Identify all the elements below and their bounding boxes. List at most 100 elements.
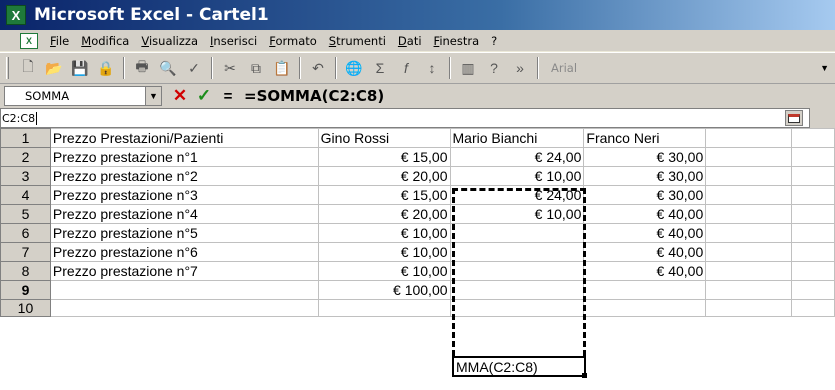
cell-c[interactable] [449,223,585,243]
cell-a[interactable]: Prezzo prestazione n°7 [49,261,319,281]
cell-f[interactable] [791,242,835,262]
cell-e[interactable] [705,280,793,300]
row-header[interactable]: 10 [0,299,51,317]
cancel-icon[interactable]: ✕ [170,86,190,106]
cell-b[interactable]: € 10,00 [317,261,451,281]
row-header[interactable]: 2 [0,147,51,167]
cell-f[interactable] [791,223,835,243]
cell-b[interactable]: € 20,00 [317,166,451,186]
workbook-icon[interactable]: X [20,32,38,49]
print-preview-icon[interactable]: 🔍 [157,57,179,79]
row-header[interactable]: 9 [0,280,51,300]
name-box[interactable]: SOMMA ▼ [4,86,162,106]
cell-d[interactable]: € 40,00 [583,223,707,243]
cell-a[interactable]: Prezzo Prestazioni/Pazienti [49,128,319,148]
fill-handle[interactable] [582,373,587,378]
cell-d[interactable] [583,280,707,300]
sort-ascending-icon[interactable]: ↕ [421,57,443,79]
hyperlink-icon[interactable]: 🌐 [343,57,365,79]
cell-a[interactable]: Prezzo prestazione n°2 [49,166,319,186]
cell-c[interactable] [449,261,585,281]
row-header[interactable]: 5 [0,204,51,224]
cell-a[interactable]: Prezzo prestazione n°4 [49,204,319,224]
formula-input[interactable]: =SOMMA(C2:C8) [244,87,384,105]
row-header[interactable]: 8 [0,261,51,281]
chevron-down-icon[interactable]: ▼ [145,87,161,105]
cell-c[interactable] [449,242,585,262]
cell-e[interactable] [705,166,793,186]
cell-f[interactable] [791,166,835,186]
cell-a[interactable] [49,280,319,300]
cell-e[interactable] [705,128,793,148]
cell-a[interactable]: Prezzo prestazione n°3 [49,185,319,205]
cell-b[interactable]: € 15,00 [317,185,451,205]
cell-d[interactable]: Franco Neri [583,128,707,148]
cell-c[interactable]: € 24,00 [449,185,585,205]
more-buttons-icon[interactable]: » [509,57,531,79]
cell-c[interactable] [449,280,585,300]
cell-f[interactable] [791,280,835,300]
cut-icon[interactable]: ✂ [219,57,241,79]
cell-f[interactable] [791,261,835,281]
open-icon[interactable]: 📂 [43,57,65,79]
help-icon[interactable]: ? [483,57,505,79]
chart-wizard-icon[interactable]: ▥ [457,57,479,79]
menu-formato[interactable]: Formato [263,34,323,48]
row-header[interactable]: 6 [0,223,51,243]
cell-b[interactable]: € 10,00 [317,242,451,262]
spelling-icon[interactable]: ✓ [183,57,205,79]
cell-b[interactable]: € 15,00 [317,147,451,167]
cell-f[interactable] [791,299,835,317]
cell-d[interactable]: € 40,00 [583,261,707,281]
cell-b[interactable]: Gino Rossi [317,128,451,148]
cell-c[interactable]: € 10,00 [449,204,585,224]
excel-app-icon[interactable]: X [6,5,26,25]
cell-e[interactable] [705,147,793,167]
cell-e[interactable] [705,223,793,243]
cell-f[interactable] [791,128,835,148]
menu-inserisci[interactable]: Inserisci [204,34,263,48]
active-cell-editor[interactable]: MMA(C2:C8) [452,356,586,377]
function-icon[interactable]: f [395,57,417,79]
cell-d[interactable]: € 40,00 [583,204,707,224]
font-name-box[interactable]: Arial [547,58,655,78]
cell-a[interactable] [49,299,319,317]
cell-b[interactable] [317,299,451,317]
cell-f[interactable] [791,185,835,205]
cell-f[interactable] [791,204,835,224]
expand-dialog-icon[interactable] [785,110,803,126]
cell-d[interactable]: € 40,00 [583,242,707,262]
toolbar-grip[interactable] [6,57,9,79]
cell-b[interactable]: € 10,00 [317,223,451,243]
cell-a[interactable]: Prezzo prestazione n°6 [49,242,319,262]
enter-icon[interactable]: ✓ [194,86,214,106]
row-header[interactable]: 3 [0,166,51,186]
print-icon[interactable]: 🖶 [131,57,153,79]
menu-modifica[interactable]: Modifica [75,34,135,48]
menu-dati[interactable]: Dati [392,34,428,48]
cell-a[interactable]: Prezzo prestazione n°5 [49,223,319,243]
cell-d[interactable]: € 30,00 [583,147,707,167]
cell-d[interactable]: € 30,00 [583,166,707,186]
undo-icon[interactable]: ↶ [307,57,329,79]
cell-c[interactable]: € 24,00 [449,147,585,167]
font-dropdown-icon[interactable]: ▼ [820,63,829,73]
cell-d[interactable] [583,299,707,317]
cell-e[interactable] [705,185,793,205]
cell-e[interactable] [705,299,793,317]
cell-c[interactable]: € 10,00 [449,166,585,186]
save-icon[interactable]: 💾 [69,57,91,79]
new-icon[interactable]: 🗋 [17,57,39,79]
menu-strumenti[interactable]: Strumenti [323,34,392,48]
range-selection-input[interactable]: C2:C8 [0,108,810,128]
cell-a[interactable]: Prezzo prestazione n°1 [49,147,319,167]
cell-e[interactable] [705,204,793,224]
menu-help[interactable]: ? [485,34,503,48]
cell-e[interactable] [705,261,793,281]
cell-d[interactable]: € 30,00 [583,185,707,205]
autosum-icon[interactable]: Σ [369,57,391,79]
cell-f[interactable] [791,147,835,167]
menu-visualizza[interactable]: Visualizza [135,34,204,48]
cell-b[interactable]: € 20,00 [317,204,451,224]
row-header[interactable]: 4 [0,185,51,205]
